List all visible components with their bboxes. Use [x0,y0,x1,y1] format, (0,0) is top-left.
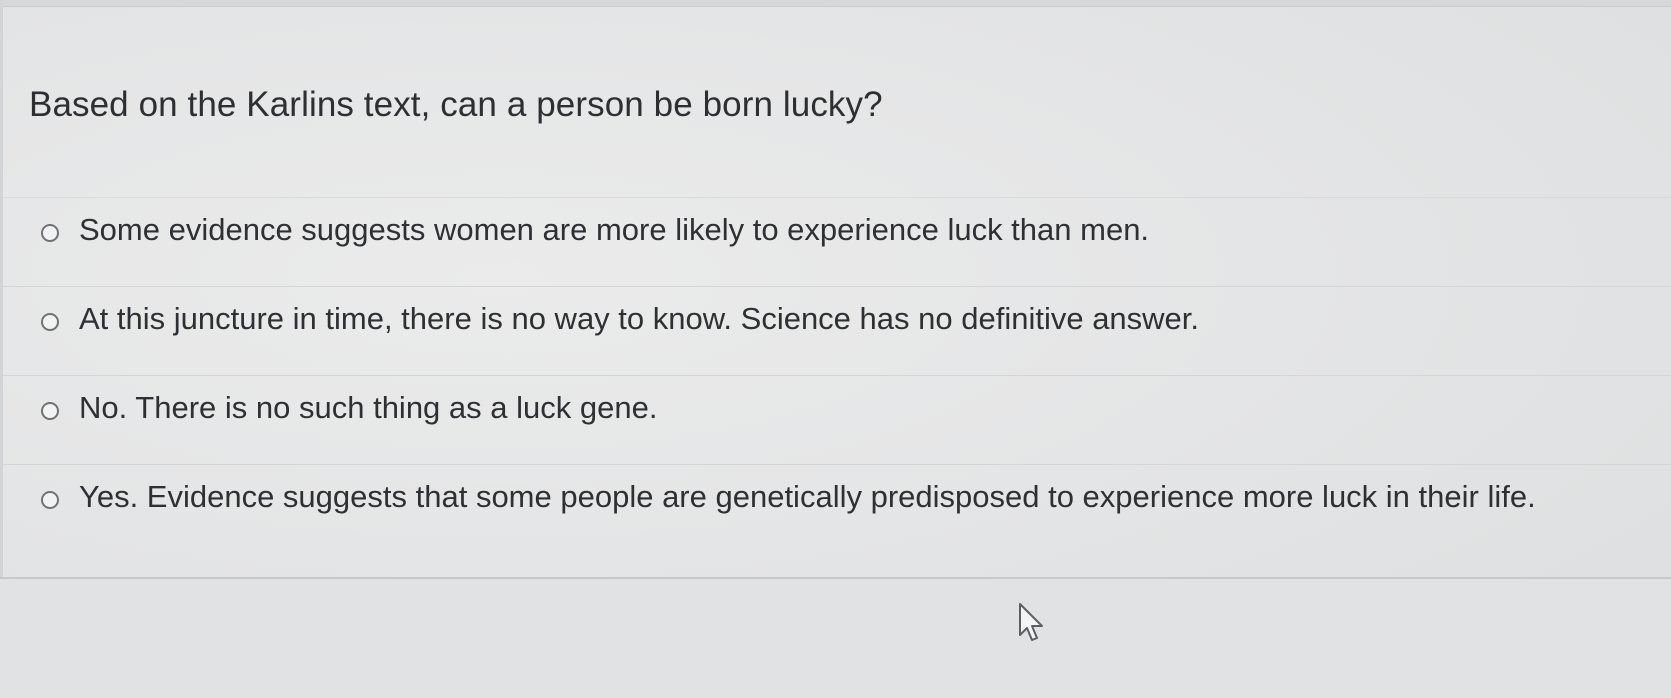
radio-button-icon[interactable] [41,224,59,242]
answer-label[interactable]: Some evidence suggests women are more li… [79,212,1149,248]
mouse-pointer-icon [1019,603,1043,641]
screen-background: Based on the Karlins text, can a person … [0,0,1671,698]
question-text: Based on the Karlins text, can a person … [29,85,883,124]
radio-button-icon[interactable] [41,313,59,331]
answer-option-3[interactable]: No. There is no such thing as a luck gen… [3,375,1671,464]
answer-option-2[interactable]: At this juncture in time, there is no wa… [3,286,1671,375]
question-card: Based on the Karlins text, can a person … [3,7,1671,620]
answer-label[interactable]: Yes. Evidence suggests that some people … [79,479,1536,515]
answer-label[interactable]: At this juncture in time, there is no wa… [79,301,1199,337]
top-divider [0,0,1671,7]
answer-option-4[interactable]: Yes. Evidence suggests that some people … [3,464,1671,553]
page-below-card [0,579,1671,698]
answer-label[interactable]: No. There is no such thing as a luck gen… [79,390,657,426]
radio-button-icon[interactable] [41,491,59,509]
answer-option-1[interactable]: Some evidence suggests women are more li… [3,197,1671,286]
radio-button-icon[interactable] [41,402,59,420]
answer-list: Some evidence suggests women are more li… [3,197,1671,553]
